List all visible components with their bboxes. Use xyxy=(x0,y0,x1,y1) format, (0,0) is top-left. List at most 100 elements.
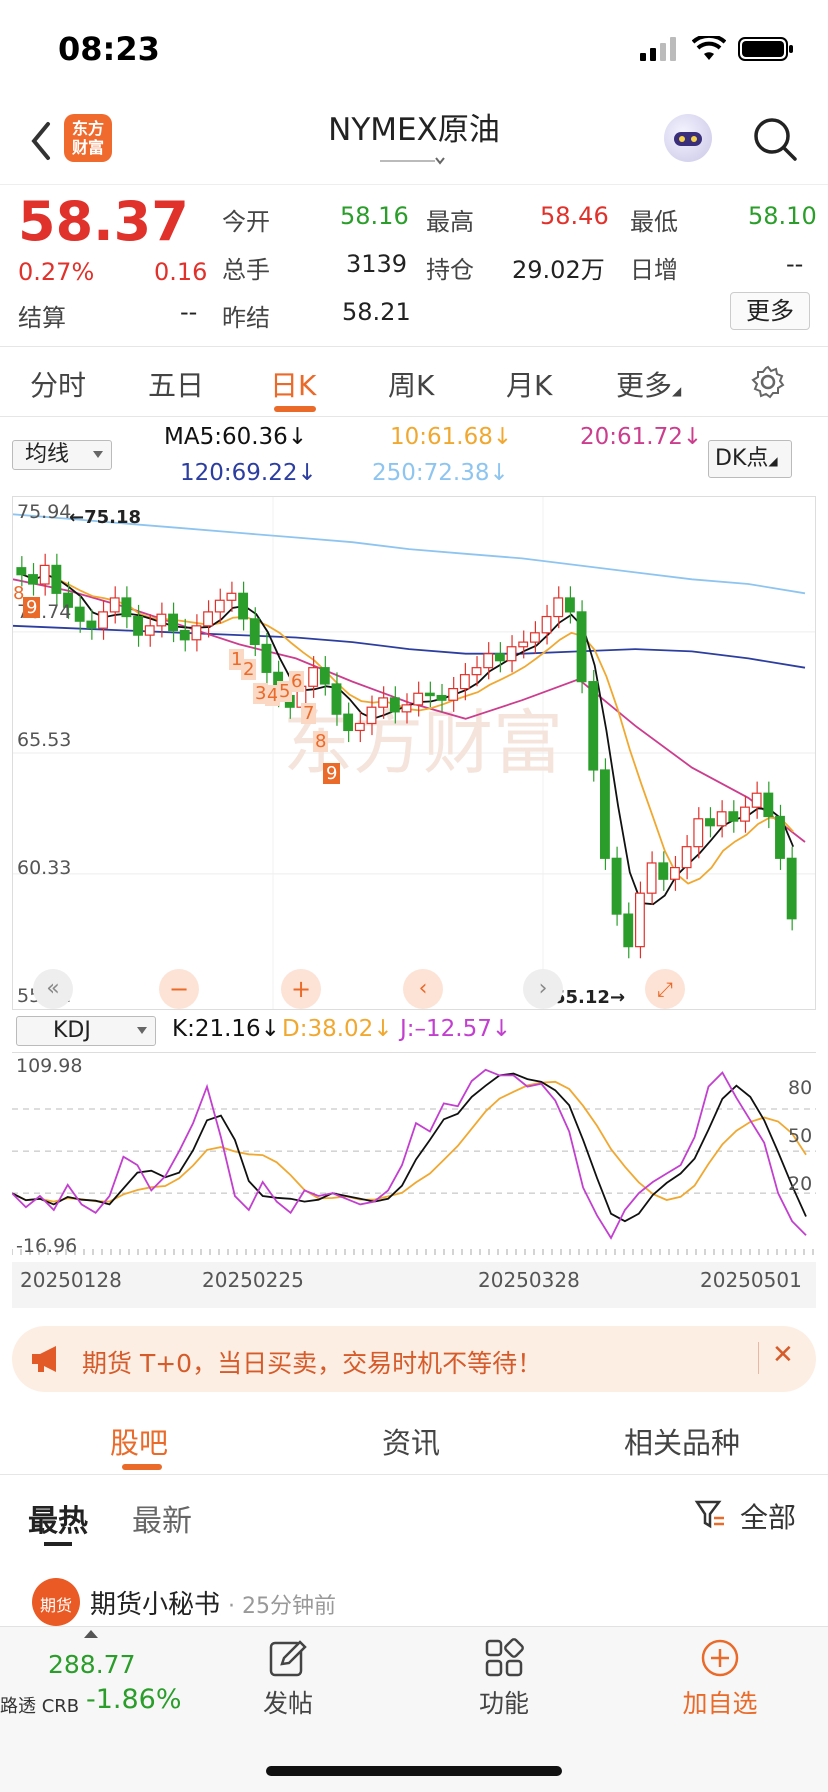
megaphone-icon xyxy=(32,1346,56,1372)
tab-underline xyxy=(274,406,316,412)
close-icon[interactable]: ✕ xyxy=(772,1340,794,1370)
tab-five-day[interactable]: 五日 xyxy=(148,364,204,404)
zoom-out-icon[interactable]: − xyxy=(159,969,199,1009)
signal-icon xyxy=(640,37,676,61)
y-tick-label: 50 xyxy=(788,1125,813,1147)
post-button[interactable]: 发帖 xyxy=(228,1684,348,1720)
fullscreen-icon[interactable]: ⤢ xyxy=(645,969,685,1009)
tab-weekly-k[interactable]: 周K xyxy=(388,364,434,404)
change-percent: 0.27% xyxy=(18,258,95,286)
ma5-label: MA5:60.36↓ xyxy=(164,424,308,450)
settle-value: -- xyxy=(180,298,198,326)
candle-up xyxy=(518,641,529,648)
tab-latest[interactable]: 最新 xyxy=(132,1496,192,1540)
candle-up xyxy=(670,867,680,880)
x-tick-label: 20250128 xyxy=(20,1268,122,1292)
home-indicator xyxy=(266,1766,562,1776)
candle-down xyxy=(705,818,715,827)
td-count-label: 6 xyxy=(289,671,305,692)
crb-index-value[interactable]: 288.77 xyxy=(48,1650,135,1679)
candle-down xyxy=(249,618,260,646)
x-tick-label: 20250501 xyxy=(700,1268,802,1292)
candle-down xyxy=(786,857,797,920)
rewind-icon[interactable]: « xyxy=(33,969,73,1009)
kline-canvas: 东方财富 xyxy=(12,497,815,1009)
kline-chart[interactable]: 东方财富 75.94 70.74 65.53 60.33 55.12 ←75.1… xyxy=(12,496,816,1010)
compose-icon[interactable] xyxy=(268,1638,308,1678)
candle-up xyxy=(98,611,108,629)
prev-icon[interactable]: ‹ xyxy=(403,969,443,1009)
caret-icon: ◢ xyxy=(672,384,682,398)
avatar[interactable]: 期货 xyxy=(32,1578,80,1626)
oi-value: 29.02万 xyxy=(512,256,605,284)
function-button[interactable]: 功能 xyxy=(444,1684,564,1720)
divider xyxy=(758,1342,759,1374)
crb-index-name[interactable]: 路透 CRB xyxy=(0,1692,79,1718)
candle-down xyxy=(576,611,587,683)
candle-up xyxy=(529,632,540,643)
ma10-label: 10:61.68↓ xyxy=(390,424,513,450)
candle-down xyxy=(74,606,85,622)
promo-text[interactable]: 期货 T+0，当日买卖，交易时机不等待！ xyxy=(82,1344,542,1380)
plus-circle-icon[interactable] xyxy=(700,1638,740,1678)
next-icon[interactable]: › xyxy=(523,969,563,1009)
kdj-d-label: D:38.02↓ xyxy=(282,1016,393,1042)
battery-icon xyxy=(738,37,793,61)
chevron-down-icon[interactable] xyxy=(380,156,450,166)
post-author[interactable]: 期货小秘书 xyxy=(90,1584,220,1621)
candle-down xyxy=(261,643,272,673)
candle-up xyxy=(413,692,424,706)
tab-monthly-k[interactable]: 月K xyxy=(506,364,552,404)
candle-up xyxy=(401,704,412,713)
tab-daily-k[interactable]: 日K xyxy=(270,364,316,404)
open-label: 今开 xyxy=(222,208,270,236)
candle-up xyxy=(693,818,704,848)
kdj-j-line xyxy=(11,1068,807,1240)
crb-index-change[interactable]: -1.86% xyxy=(86,1684,182,1715)
candle-down xyxy=(168,613,179,632)
tab-intraday[interactable]: 分时 xyxy=(30,364,86,404)
search-icon[interactable] xyxy=(752,116,798,162)
oscillator-select[interactable]: KDJ xyxy=(16,1016,156,1046)
more-quote-button[interactable]: 更多 xyxy=(730,292,810,330)
candle-down xyxy=(331,683,342,715)
add-watchlist-button[interactable]: 加自选 xyxy=(660,1684,780,1720)
filter-label[interactable]: 全部 xyxy=(740,1496,796,1536)
dropdown-arrow-icon xyxy=(137,1027,147,1034)
tab-news[interactable]: 资讯 xyxy=(382,1420,440,1462)
candle-down xyxy=(436,694,447,701)
divider xyxy=(0,346,828,347)
robot-assistant-icon[interactable] xyxy=(664,114,712,162)
max-price-label: ←75.18 xyxy=(69,507,142,528)
zoom-in-icon[interactable]: + xyxy=(281,969,321,1009)
grid-icon[interactable] xyxy=(484,1638,524,1678)
candle-up xyxy=(156,613,167,627)
candle-down xyxy=(494,653,505,662)
filter-icon[interactable] xyxy=(694,1498,726,1530)
dk-point-button[interactable]: DK点◢ xyxy=(708,440,792,478)
candle-down xyxy=(623,913,634,948)
candle-up xyxy=(226,592,237,601)
candle-up xyxy=(203,611,214,627)
tab-more[interactable]: 更多◢ xyxy=(616,364,681,404)
candle-up xyxy=(541,615,552,634)
tab-hottest[interactable]: 最热 xyxy=(28,1496,88,1540)
gear-icon[interactable] xyxy=(750,364,786,400)
td-count-label: 7 xyxy=(301,703,317,724)
td-count-label: 2 xyxy=(241,659,257,680)
high-value: 58.46 xyxy=(540,202,609,230)
kdj-chart[interactable]: 109.98 -16.96 80 50 20 xyxy=(11,1052,816,1262)
arrow-down-icon: ↓ xyxy=(492,424,513,450)
x-tick-label: 20250225 xyxy=(202,1268,304,1292)
wifi-icon xyxy=(692,36,726,60)
tab-related[interactable]: 相关品种 xyxy=(624,1420,740,1462)
tab-underline xyxy=(122,1464,162,1470)
volume-label: 总手 xyxy=(222,256,270,284)
tab-forum[interactable]: 股吧 xyxy=(110,1420,168,1462)
caret-up-icon xyxy=(84,1630,98,1638)
last-price: 58.37 xyxy=(18,190,189,253)
candle-down xyxy=(179,629,190,641)
indicator-select[interactable]: 均线 xyxy=(12,440,112,470)
arrow-down-icon: ↓ xyxy=(297,460,317,486)
candle-down xyxy=(424,692,435,697)
